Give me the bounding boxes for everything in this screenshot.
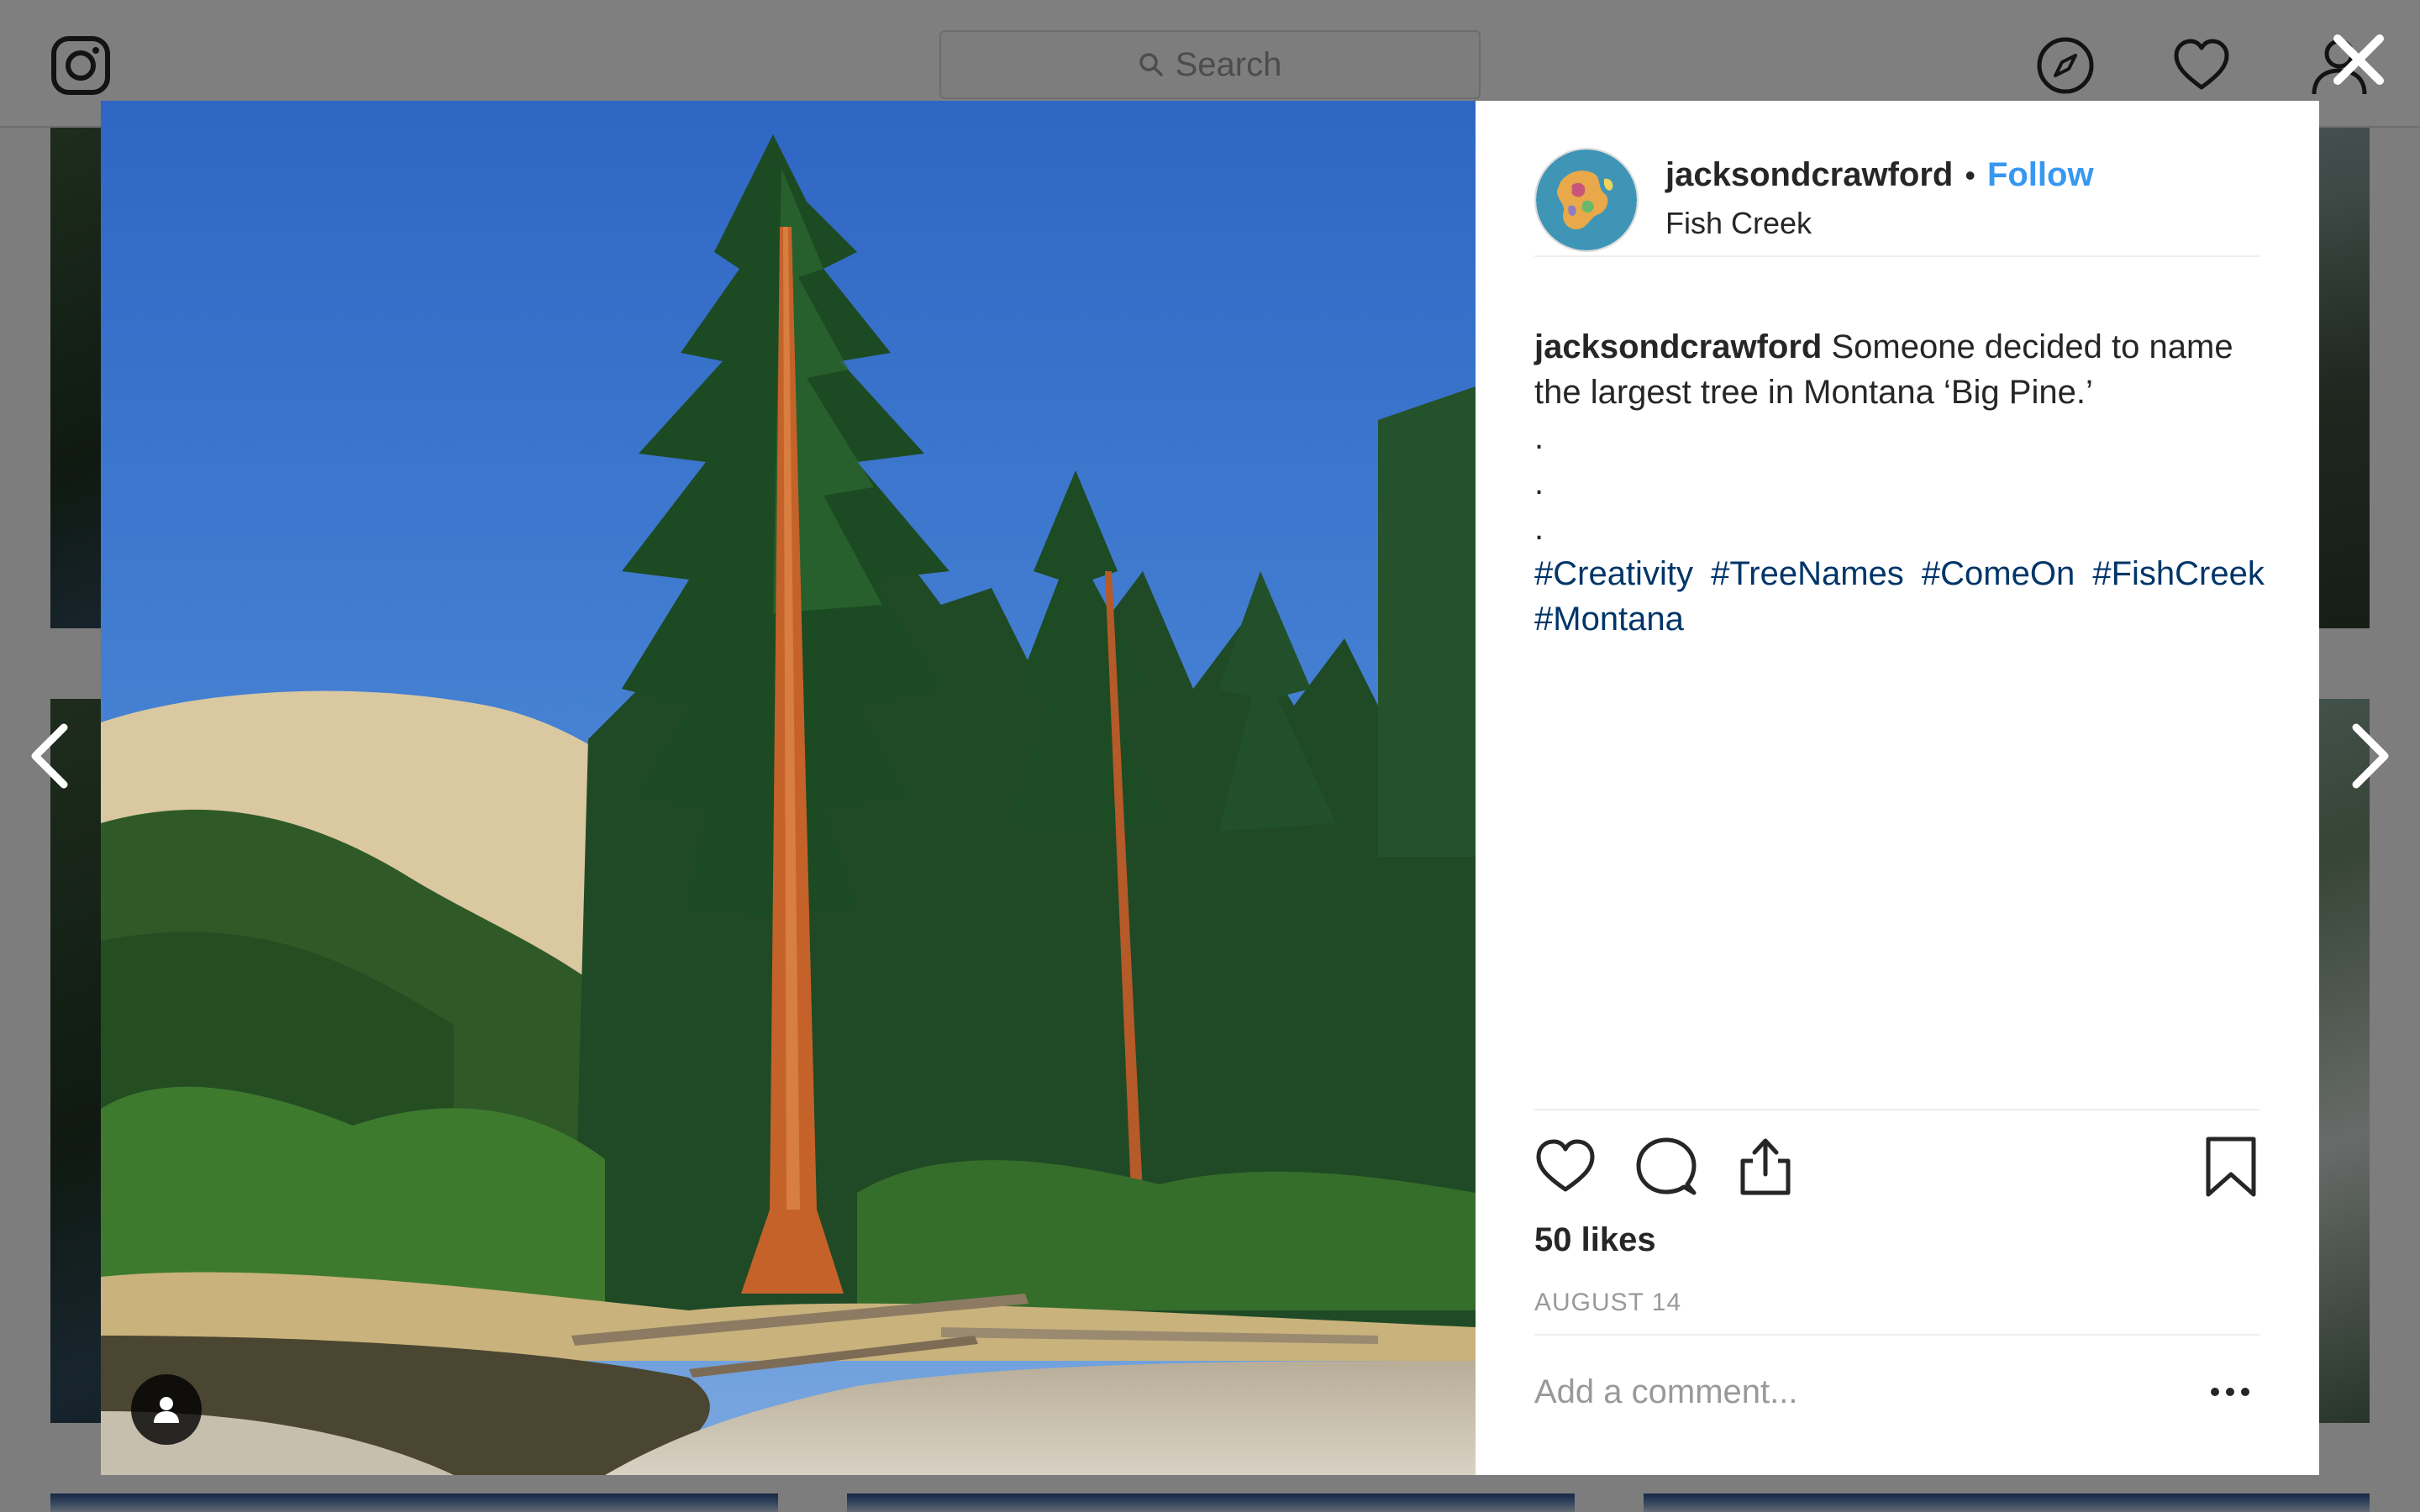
chevron-right-icon[interactable] <box>2344 721 2395 791</box>
post-date: AUGUST 14 <box>1534 1289 1682 1316</box>
share-icon[interactable] <box>1734 1136 1797 1198</box>
caption-dot-line: . <box>1534 510 1544 547</box>
instagram-post-viewer: Search <box>0 0 2420 1512</box>
separator-dot: • <box>1965 157 1975 192</box>
post-photo-image <box>101 101 1476 1475</box>
more-dot <box>2241 1388 2249 1396</box>
like-heart-icon[interactable] <box>1534 1136 1597 1198</box>
close-icon[interactable] <box>2329 30 2388 89</box>
post-modal: jacksondcrawford • Follow Fish Creek jac… <box>101 101 2319 1475</box>
more-dot <box>2211 1388 2219 1396</box>
post-details-panel: jacksondcrawford • Follow Fish Creek jac… <box>1476 101 2319 1475</box>
more-options-icon[interactable] <box>2196 1371 2264 1413</box>
comment-bubble-icon[interactable] <box>1635 1136 1697 1198</box>
like-count[interactable]: 50 likes <box>1534 1221 1656 1259</box>
avatar[interactable] <box>1534 148 1639 252</box>
more-dot <box>2226 1388 2234 1396</box>
post-caption: jacksondcrawford Someone decided to name… <box>1534 324 2274 642</box>
caption-dot-line: . <box>1534 465 1544 501</box>
caption-username[interactable]: jacksondcrawford <box>1534 328 1822 365</box>
username-row: jacksondcrawford • Follow <box>1665 156 2094 194</box>
hashtag-link[interactable]: #FishCreek <box>2092 555 2265 592</box>
post-header: jacksondcrawford • Follow Fish Creek <box>1534 144 2260 257</box>
caption-hashtags: #Creativity #TreeNames #ComeOn #FishCree… <box>1534 551 2274 642</box>
caption-dot-line: . <box>1534 419 1544 456</box>
divider <box>1534 1109 2260 1110</box>
add-comment-input[interactable] <box>1534 1361 2173 1423</box>
post-author-username[interactable]: jacksondcrawford <box>1665 156 1953 194</box>
hashtag-link[interactable]: #Montana <box>1534 601 1684 638</box>
user-tag-button[interactable] <box>131 1374 202 1445</box>
user-tag-icon <box>154 1397 179 1423</box>
post-header-text: jacksondcrawford • Follow Fish Creek <box>1665 156 2094 241</box>
hashtag-link[interactable]: #ComeOn <box>1922 555 2075 592</box>
follow-button[interactable]: Follow <box>1987 156 2094 194</box>
chevron-left-icon[interactable] <box>25 721 76 791</box>
hashtag-link[interactable]: #TreeNames <box>1711 555 1904 592</box>
post-location[interactable]: Fish Creek <box>1665 206 2094 241</box>
bookmark-icon[interactable] <box>2200 1136 2262 1198</box>
hashtag-link[interactable]: #Creativity <box>1534 555 1693 592</box>
avatar-globe-image <box>1536 150 1637 250</box>
divider <box>1534 1334 2260 1336</box>
post-photo[interactable] <box>101 101 1476 1475</box>
